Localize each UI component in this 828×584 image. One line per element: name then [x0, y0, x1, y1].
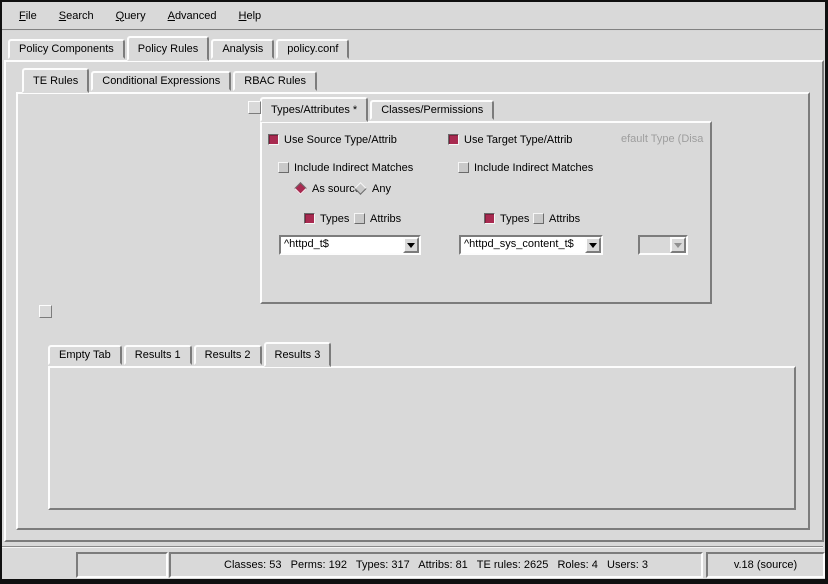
checkbox-target-indirect[interactable]: Include Indirect Matches	[458, 160, 593, 175]
chevron-down-icon	[407, 243, 415, 248]
checkbox-target-attribs[interactable]: Attribs	[533, 211, 580, 226]
tab-analysis[interactable]: Analysis	[211, 39, 274, 59]
checkbox-label: Use Target Type/Attrib	[464, 134, 572, 146]
tab-te-rules[interactable]: TE Rules	[22, 68, 89, 93]
results-tabstrip: Empty TabResults 1Results 2Results 3	[48, 342, 333, 365]
tab-results-1[interactable]: Results 1	[124, 345, 192, 365]
checkbox-use-source[interactable]: Use Source Type/Attrib	[268, 132, 397, 147]
default-type-value	[640, 237, 670, 253]
menu-search[interactable]: Search	[48, 7, 105, 25]
types-attrib-tabstrip: Types/Attributes *Classes/Permissions	[260, 97, 496, 120]
radio-indicator	[354, 182, 367, 195]
target-combo-dropdown-button[interactable]	[585, 237, 601, 253]
checkbox-indicator	[304, 213, 315, 224]
default-type-label: efault Type (Disa	[621, 133, 713, 145]
status-policy-stats: Classes: 53 Perms: 192 Types: 317 Attrib…	[169, 552, 703, 578]
checkbox-label: Include Indirect Matches	[294, 162, 413, 174]
checkbox-indicator	[354, 213, 365, 224]
status-cell-empty	[76, 552, 168, 578]
radio-indicator	[294, 182, 307, 195]
checkbox-source-types[interactable]: Types	[304, 211, 349, 226]
tab-rbac-rules[interactable]: RBAC Rules	[233, 71, 317, 91]
source-type-value[interactable]: ^httpd_t$	[281, 237, 403, 253]
status-policy-version: v.18 (source)	[706, 552, 825, 578]
target-type-combobox[interactable]: ^httpd_sys_content_t$	[459, 235, 603, 255]
chevron-down-icon	[674, 243, 682, 248]
tab-policy-conf[interactable]: policy.conf	[276, 39, 349, 59]
menu-advanced[interactable]: Advanced	[157, 7, 228, 25]
checkbox-indicator	[484, 213, 495, 224]
checkbox-label: Use Source Type/Attrib	[284, 134, 397, 146]
radio-as-source[interactable]: As source	[294, 181, 361, 196]
tab-policy-components[interactable]: Policy Components	[8, 39, 125, 59]
menu-file[interactable]: File	[8, 7, 48, 25]
default-combo-dropdown-button	[670, 237, 686, 253]
vertical-sash-handle[interactable]	[248, 101, 261, 114]
results-page	[48, 366, 796, 510]
checkbox-indicator	[533, 213, 544, 224]
radio-any[interactable]: Any	[354, 181, 391, 196]
apol-window: File Search Query Advanced Help Policy C…	[0, 0, 828, 584]
menu-query[interactable]: Query	[105, 7, 157, 25]
checkbox-use-target[interactable]: Use Target Type/Attrib	[448, 132, 572, 147]
menu-help[interactable]: Help	[228, 7, 273, 25]
tab-policy-rules[interactable]: Policy Rules	[127, 36, 210, 61]
tab-classes-permissions[interactable]: Classes/Permissions	[370, 100, 494, 120]
default-type-combobox	[638, 235, 688, 255]
tab-results-2[interactable]: Results 2	[194, 345, 262, 365]
menubar: File Search Query Advanced Help	[2, 2, 823, 31]
checkbox-indicator	[278, 162, 289, 173]
checkbox-indicator	[268, 134, 279, 145]
chevron-down-icon	[589, 243, 597, 248]
radio-label: Any	[372, 183, 391, 195]
source-combo-dropdown-button[interactable]	[403, 237, 419, 253]
checkbox-target-types[interactable]: Types	[484, 211, 529, 226]
checkbox-label: Include Indirect Matches	[474, 162, 593, 174]
tab-empty-tab[interactable]: Empty Tab	[48, 345, 122, 365]
target-type-value[interactable]: ^httpd_sys_content_t$	[461, 237, 585, 253]
checkbox-label: Attribs	[549, 213, 580, 225]
checkbox-source-indirect[interactable]: Include Indirect Matches	[278, 160, 413, 175]
checkbox-indicator	[448, 134, 459, 145]
checkbox-indicator	[458, 162, 469, 173]
source-type-combobox[interactable]: ^httpd_t$	[279, 235, 421, 255]
checkbox-label: Types	[320, 213, 349, 225]
rules-tabstrip: TE RulesConditional ExpressionsRBAC Rule…	[22, 68, 319, 91]
tab-types-attributes[interactable]: Types/Attributes *	[260, 97, 368, 122]
main-tabstrip: Policy ComponentsPolicy RulesAnalysispol…	[8, 36, 351, 59]
tab-conditional-expressions[interactable]: Conditional Expressions	[91, 71, 231, 91]
checkbox-source-attribs[interactable]: Attribs	[354, 211, 401, 226]
checkbox-label: Attribs	[370, 213, 401, 225]
horizontal-sash-handle[interactable]	[39, 305, 52, 318]
tab-results-3[interactable]: Results 3	[264, 342, 332, 367]
checkbox-label: Types	[500, 213, 529, 225]
statusbar-separator	[2, 546, 823, 548]
